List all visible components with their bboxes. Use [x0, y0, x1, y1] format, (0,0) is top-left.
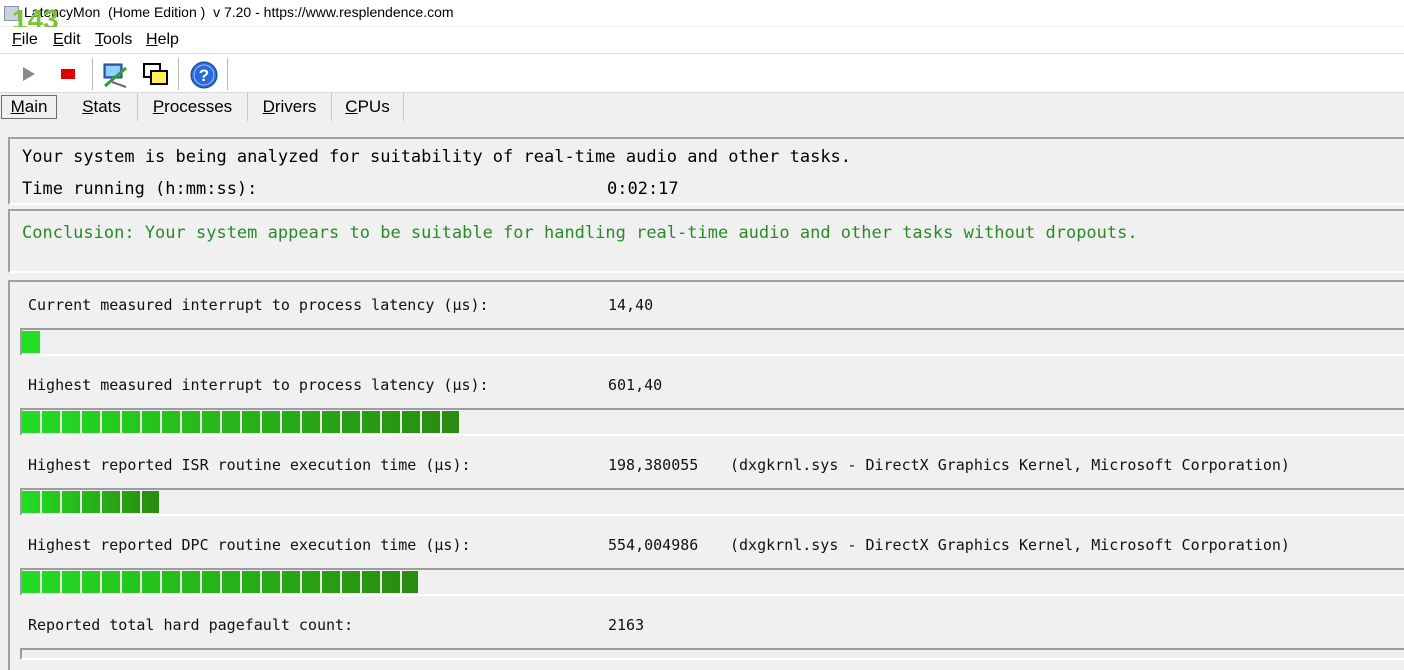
current-latency-meter-fill — [22, 331, 40, 353]
isr-time-meter — [20, 488, 1404, 516]
windows-button[interactable] — [141, 60, 169, 88]
menu-help[interactable]: Help — [146, 31, 179, 49]
tab-main[interactable]: Main — [1, 95, 57, 119]
tab-processes-access-key: P — [152, 97, 165, 116]
windows-icon — [143, 63, 168, 85]
tab-processes[interactable]: Processes — [138, 93, 248, 121]
current-latency-meter — [20, 328, 1404, 356]
monitor-tool-button[interactable] — [100, 60, 128, 88]
toolbar-separator — [92, 58, 93, 90]
highest-latency-meter — [20, 408, 1404, 436]
isr-driver-info: (dxgkrnl.sys - DirectX Graphics Kernel, … — [730, 456, 1290, 474]
current-latency-value: 14,40 — [608, 296, 654, 314]
window-title: LatencyMon (Home Edition ) v 7.20 - http… — [24, 4, 454, 20]
title-bar: LatencyMon (Home Edition ) v 7.20 - http… — [0, 0, 1404, 35]
menu-help-access-key: H — [146, 31, 158, 48]
dpc-time-value: 554,004986 — [608, 536, 699, 554]
highest-latency-meter-fill — [22, 411, 459, 433]
menu-file-access-key: F — [12, 31, 22, 48]
tab-main-label: ain — [24, 97, 48, 116]
tab-stats[interactable]: Stats — [66, 93, 138, 121]
metrics-panel: Current measured interrupt to process la… — [8, 280, 1404, 670]
tab-cpus-label: PUs — [357, 97, 390, 116]
highest-latency-label: Highest measured interrupt to process la… — [28, 376, 489, 394]
menu-tools-label: ools — [103, 31, 133, 48]
menu-file-label: ile — [21, 31, 38, 48]
play-icon — [23, 67, 35, 81]
isr-time-meter-fill — [22, 491, 159, 513]
dpc-time-meter-fill — [22, 571, 418, 593]
toolbar-separator — [227, 58, 228, 90]
tab-processes-label: rocesses — [164, 97, 233, 116]
tab-stats-label: tats — [93, 97, 121, 116]
status-panel: Your system is being analyzed for suitab… — [8, 137, 1404, 205]
stop-icon — [61, 69, 75, 79]
pagefault-label: Reported total hard pagefault count: — [28, 616, 354, 634]
tab-strip: Main Stats Processes Drivers C PUs — [0, 93, 1404, 123]
menu-tools-access-key: T — [95, 31, 103, 48]
menu-help-label: elp — [157, 31, 179, 48]
dpc-time-label: Highest reported DPC routine execution t… — [28, 536, 471, 554]
isr-time-label: Highest reported ISR routine execution t… — [28, 456, 471, 474]
pagefault-meter — [20, 648, 1404, 660]
tab-cpus-access-key: C — [345, 97, 358, 116]
analysis-message: Your system is being analyzed for suitab… — [22, 147, 852, 167]
menu-tools[interactable]: Tools — [95, 31, 132, 49]
help-icon: ? — [190, 61, 218, 89]
toolbar-separator — [178, 58, 179, 90]
dpc-driver-info: (dxgkrnl.sys - DirectX Graphics Kernel, … — [730, 536, 1290, 554]
dpc-time-meter — [20, 568, 1404, 596]
toolbar: ? — [0, 54, 1404, 93]
tab-main-access-key: M — [10, 97, 25, 116]
highest-latency-value: 601,40 — [608, 376, 663, 394]
menu-file[interactable]: File — [12, 31, 38, 49]
conclusion-panel: Conclusion: Your system appears to be su… — [8, 209, 1404, 273]
stop-button[interactable] — [54, 60, 82, 88]
conclusion-text: Conclusion: Your system appears to be su… — [22, 223, 1138, 243]
isr-time-value: 198,380055 — [608, 456, 699, 474]
play-button[interactable] — [16, 60, 44, 88]
tab-drivers[interactable]: Drivers — [248, 93, 332, 121]
time-running-value: 0:02:17 — [607, 179, 679, 199]
time-running-label: Time running (h:mm:ss): — [22, 179, 258, 199]
tab-cpus[interactable]: C PUs — [332, 93, 404, 121]
menu-bar: File Edit Tools Help — [0, 27, 1404, 54]
tab-stats-access-key: S — [82, 97, 94, 116]
menu-edit-access-key: E — [53, 31, 64, 48]
help-button[interactable]: ? — [189, 60, 218, 89]
monitor-tool-icon — [103, 63, 127, 88]
tab-drivers-access-key: D — [262, 97, 275, 116]
svg-text:?: ? — [199, 66, 209, 85]
pagefault-value: 2163 — [608, 616, 645, 634]
menu-edit-label: dit — [63, 31, 81, 48]
tab-drivers-label: rivers — [274, 97, 317, 116]
menu-edit[interactable]: Edit — [53, 31, 81, 49]
current-latency-label: Current measured interrupt to process la… — [28, 296, 489, 314]
